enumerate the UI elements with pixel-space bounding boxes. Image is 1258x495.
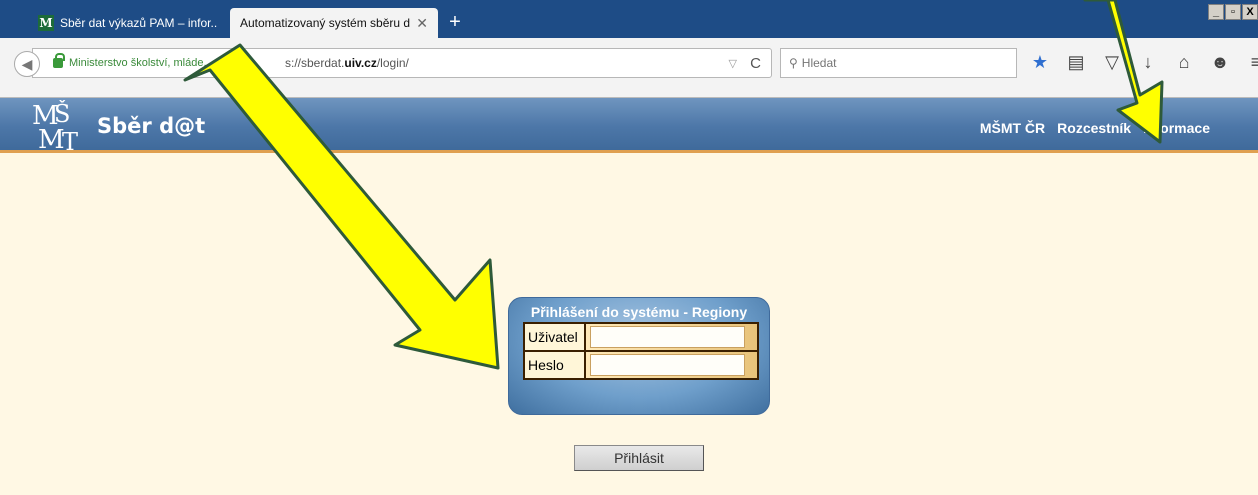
reading-list-icon[interactable]: ▤	[1064, 50, 1088, 74]
url-history-dropdown-icon[interactable]: ▽	[729, 57, 737, 70]
nav-link-informace[interactable]: Informace	[1143, 120, 1210, 136]
close-window-button[interactable]: X	[1242, 4, 1258, 20]
navigation-toolbar: Ministerstvo školství, mláde... s://sber…	[0, 38, 1258, 98]
toolbar-icons: ★ ▤ ▽ ↓ ⌂ ☻ ≡	[1028, 50, 1258, 74]
password-row: Heslo	[523, 350, 759, 380]
svg-text:T: T	[62, 128, 78, 152]
msmt-logo[interactable]: M Š M T	[30, 100, 92, 152]
url-text[interactable]: s://sberdat.uiv.cz/login/	[285, 56, 409, 70]
nav-link-msmt[interactable]: MŠMT ČR	[980, 120, 1045, 136]
lock-icon	[53, 53, 65, 68]
page-body: Přihlášení do systému - Regiony Uživatel…	[0, 153, 1258, 495]
search-icon: ⚲	[789, 56, 798, 70]
back-button[interactable]: ◀	[14, 51, 40, 77]
username-input[interactable]	[590, 326, 745, 348]
tab-title: Sběr dat výkazů PAM – infor...	[60, 16, 218, 30]
search-input[interactable]	[801, 56, 1002, 70]
download-icon[interactable]: ↓	[1136, 50, 1160, 74]
svg-text:M: M	[38, 125, 65, 152]
window-controls: _ ▫ X	[1208, 4, 1258, 20]
reload-icon[interactable]: C	[750, 55, 761, 72]
url-domain: uiv.cz	[344, 56, 377, 70]
site-identity[interactable]: Ministerstvo školství, mláde...	[69, 57, 213, 69]
nav-link-rozcestnik[interactable]: Rozcestník	[1057, 120, 1131, 136]
tab-automatizovany-system[interactable]: Automatizovaný systém sběru dat ✕	[230, 8, 438, 38]
search-box[interactable]: ⚲	[780, 48, 1017, 78]
star-icon[interactable]: ★	[1028, 50, 1052, 74]
new-tab-button[interactable]: +	[444, 12, 466, 34]
address-bar[interactable]: Ministerstvo školství, mláde... s://sber…	[32, 48, 772, 78]
username-label: Uživatel	[523, 322, 586, 352]
smiley-icon[interactable]: ☻	[1208, 50, 1232, 74]
svg-text:Š: Š	[54, 100, 70, 128]
tab-title: Automatizovaný systém sběru dat	[240, 16, 411, 30]
maximize-button[interactable]: ▫	[1225, 4, 1241, 20]
url-path: /login/	[376, 56, 409, 70]
login-title: Přihlášení do systému - Regiony	[530, 304, 748, 320]
menu-icon[interactable]: ≡	[1244, 50, 1258, 74]
browser-tab-strip: M Sběr dat výkazů PAM – infor... Automat…	[0, 0, 1258, 38]
site-header: M Š M T Sběr d@t MŠMT ČR Rozcestník Info…	[0, 98, 1258, 153]
minimize-button[interactable]: _	[1208, 4, 1224, 20]
login-panel: Přihlášení do systému - Regiony Uživatel…	[508, 297, 770, 415]
password-cell	[584, 350, 759, 380]
url-prefix: s://sberdat.	[285, 56, 345, 70]
home-icon[interactable]: ⌂	[1172, 50, 1196, 74]
password-label: Heslo	[523, 350, 586, 380]
username-cell	[584, 322, 759, 352]
tab-sber-dat-pam[interactable]: M Sběr dat výkazů PAM – infor...	[28, 8, 228, 38]
login-button[interactable]: Přihlásit	[574, 445, 704, 471]
username-row: Uživatel	[523, 322, 759, 352]
msmt-favicon-icon: M	[38, 15, 54, 31]
pocket-icon[interactable]: ▽	[1100, 50, 1124, 74]
site-title: Sběr d@t	[97, 114, 206, 138]
close-tab-icon[interactable]: ✕	[416, 15, 428, 32]
login-form: Uživatel Heslo	[523, 322, 759, 380]
top-navigation: MŠMT ČR Rozcestník Informace	[980, 120, 1210, 136]
password-input[interactable]	[590, 354, 745, 376]
